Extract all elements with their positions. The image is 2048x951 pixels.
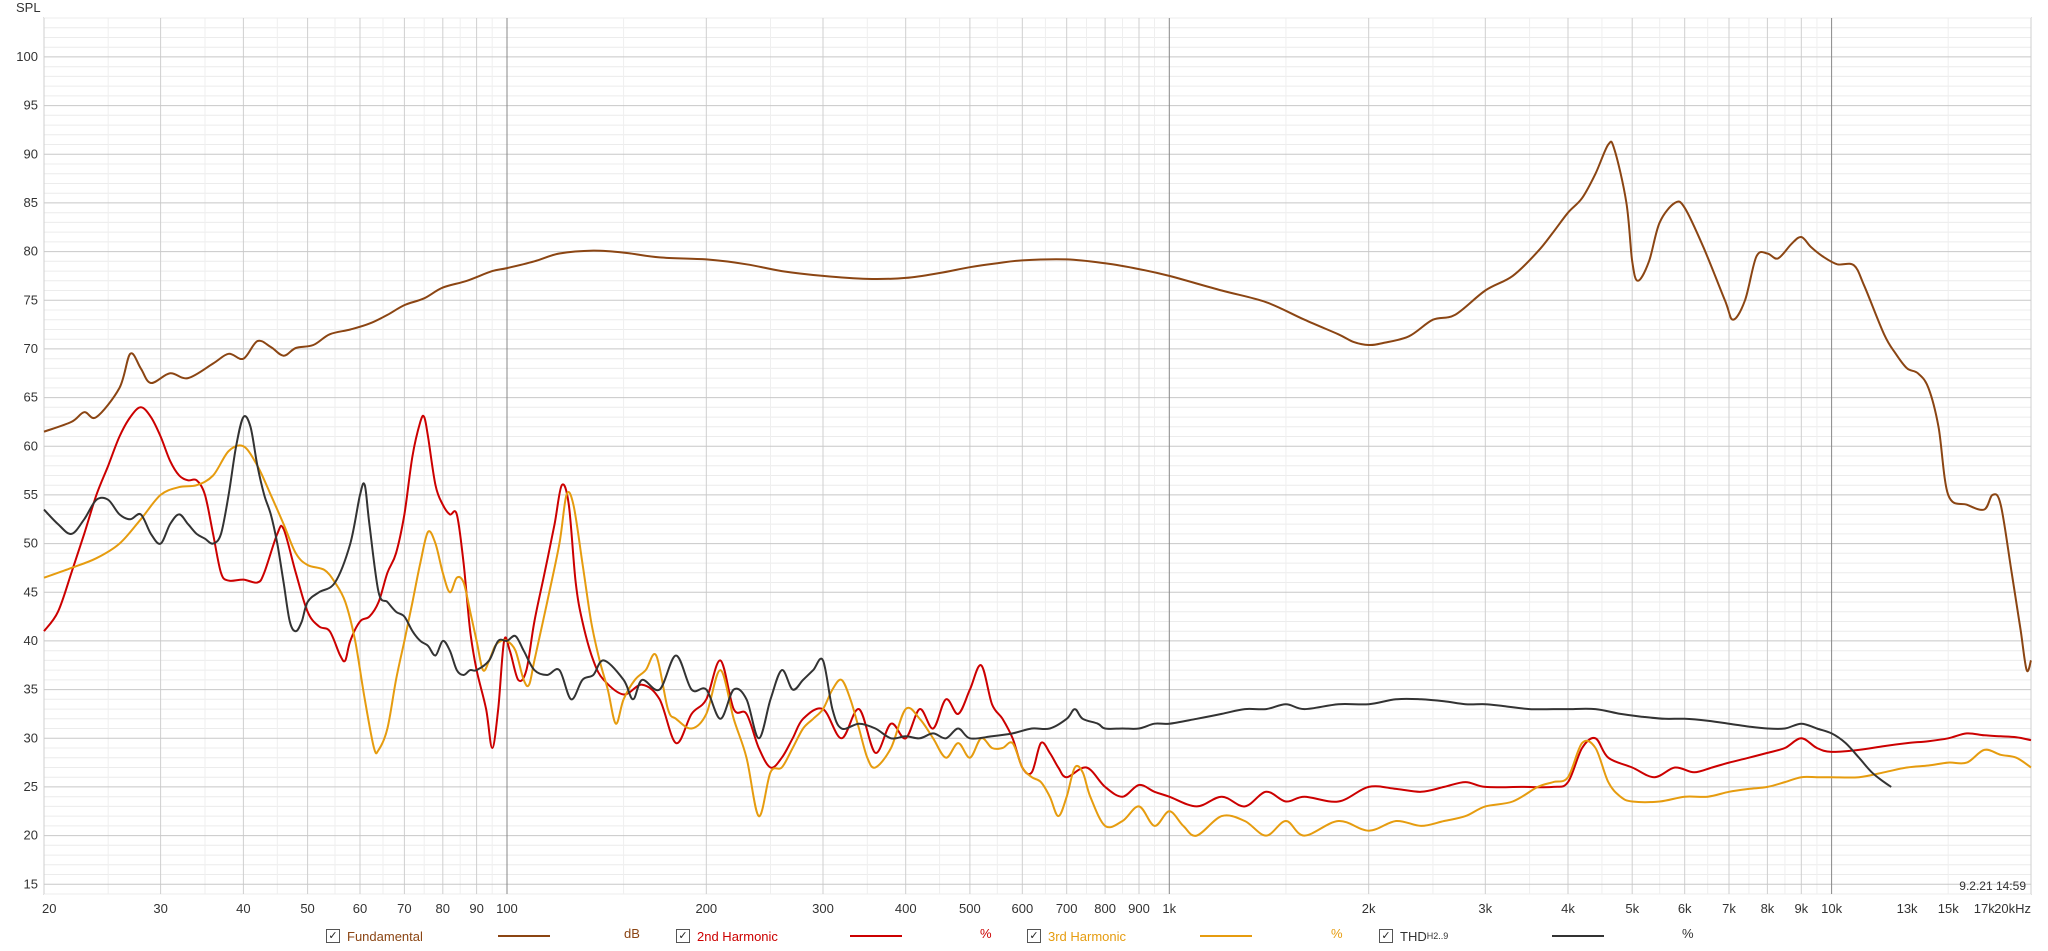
- fundamental-unit: dB: [624, 926, 640, 941]
- y-tick-label: 55: [24, 487, 38, 502]
- spl-distortion-chart: 15 20 25 30 35 40 45 50 55 60 65 70 75 80 85 90 95 100 20…: [16, 0, 2032, 916]
- x-tick-label: 10k: [1821, 901, 1842, 916]
- y-tick-label: 35: [24, 682, 38, 697]
- x-tick-label: 80: [436, 901, 450, 916]
- x-tick-label: 90: [469, 901, 483, 916]
- x-tick-label: 800: [1094, 901, 1116, 916]
- y-tick-label: 95: [24, 98, 38, 113]
- x-tick-label: 13k: [1897, 901, 1918, 916]
- x-tick-label: 200: [695, 901, 717, 916]
- thd-label: THD: [1400, 928, 1427, 944]
- timestamp: 9.2.21 14:59: [1959, 879, 2026, 893]
- x-tick-label: 100: [496, 901, 518, 916]
- 2nd-harmonic-checkbox[interactable]: ✓: [676, 929, 690, 943]
- x-tick-label: 20kHz: [1994, 901, 2031, 916]
- thd-checkbox[interactable]: ✓: [1379, 929, 1393, 943]
- x-tick-label: 400: [895, 901, 917, 916]
- 3rd-harmonic-checkbox[interactable]: ✓: [1027, 929, 1041, 943]
- 2nd-harmonic-swatch: [850, 935, 902, 937]
- x-tick-label: 1k: [1162, 901, 1176, 916]
- y-tick-label: 85: [24, 195, 38, 210]
- x-tick-label: 70: [397, 901, 411, 916]
- y-tick-labels: 15 20 25 30 35 40 45 50 55 60 65 70 75 80 85 90 95 100: [16, 49, 38, 891]
- y-tick-label: 50: [24, 536, 38, 551]
- y-tick-label: 70: [24, 341, 38, 356]
- x-tick-label: 7k: [1722, 901, 1736, 916]
- y-tick-label: 100: [16, 49, 38, 64]
- thd-subscript: H2..9: [1426, 931, 1449, 941]
- x-tick-label: 2k: [1362, 901, 1376, 916]
- legend-item-fundamental[interactable]: ✓ Fundamental: [326, 926, 423, 946]
- fundamental-swatch: [498, 935, 550, 937]
- x-tick-label: 17k: [1974, 901, 1995, 916]
- y-tick-label: 15: [24, 876, 38, 891]
- thd-swatch: [1552, 935, 1604, 937]
- y-tick-label: 30: [24, 730, 38, 745]
- x-tick-label: 5k: [1625, 901, 1639, 916]
- legend: ✓ Fundamental dB ✓ 2nd Harmonic % ✓ 3rd …: [0, 922, 2048, 951]
- x-tick-label: 20: [42, 901, 56, 916]
- 2nd-harmonic-label: 2nd Harmonic: [697, 928, 778, 944]
- y-tick-label: 90: [24, 146, 38, 161]
- y-tick-label: 65: [24, 390, 38, 405]
- legend-item-thd[interactable]: ✓ THD H2..9: [1379, 926, 1448, 946]
- y-tick-label: 25: [24, 779, 38, 794]
- y-axis-label: SPL: [16, 0, 41, 15]
- 3rd-harmonic-swatch: [1200, 935, 1252, 937]
- x-tick-label: 60: [353, 901, 367, 916]
- y-tick-label: 60: [24, 438, 38, 453]
- x-tick-label: 15k: [1938, 901, 1959, 916]
- x-tick-label: 9k: [1794, 901, 1808, 916]
- x-tick-label: 600: [1011, 901, 1033, 916]
- x-tick-label: 40: [236, 901, 250, 916]
- x-tick-label: 8k: [1761, 901, 1775, 916]
- 2nd-harmonic-unit: %: [980, 926, 992, 941]
- x-tick-label: 300: [812, 901, 834, 916]
- y-tick-label: 45: [24, 584, 38, 599]
- x-tick-label: 500: [959, 901, 981, 916]
- fundamental-checkbox[interactable]: ✓: [326, 929, 340, 943]
- y-tick-label: 75: [24, 292, 38, 307]
- y-tick-label: 20: [24, 828, 38, 843]
- 3rd-harmonic-label: 3rd Harmonic: [1048, 928, 1127, 944]
- 3rd-harmonic-unit: %: [1331, 926, 1343, 941]
- x-tick-label: 4k: [1561, 901, 1575, 916]
- thd-unit: %: [1682, 926, 1694, 941]
- y-tick-label: 40: [24, 633, 38, 648]
- y-tick-label: 80: [24, 244, 38, 259]
- x-tick-label: 30: [153, 901, 167, 916]
- legend-item-3rd-harmonic[interactable]: ✓ 3rd Harmonic: [1027, 926, 1126, 946]
- x-tick-label: 6k: [1678, 901, 1692, 916]
- x-tick-label: 3k: [1478, 901, 1492, 916]
- legend-item-2nd-harmonic[interactable]: ✓ 2nd Harmonic: [676, 926, 778, 946]
- x-tick-label: 900: [1128, 901, 1150, 916]
- x-tick-labels: 20 30 40 50 60 70 80 90 100 200 300 400 500 600 700 800…: [42, 901, 2031, 916]
- x-tick-label: 700: [1056, 901, 1078, 916]
- x-tick-label: 50: [300, 901, 314, 916]
- fundamental-label: Fundamental: [347, 928, 423, 944]
